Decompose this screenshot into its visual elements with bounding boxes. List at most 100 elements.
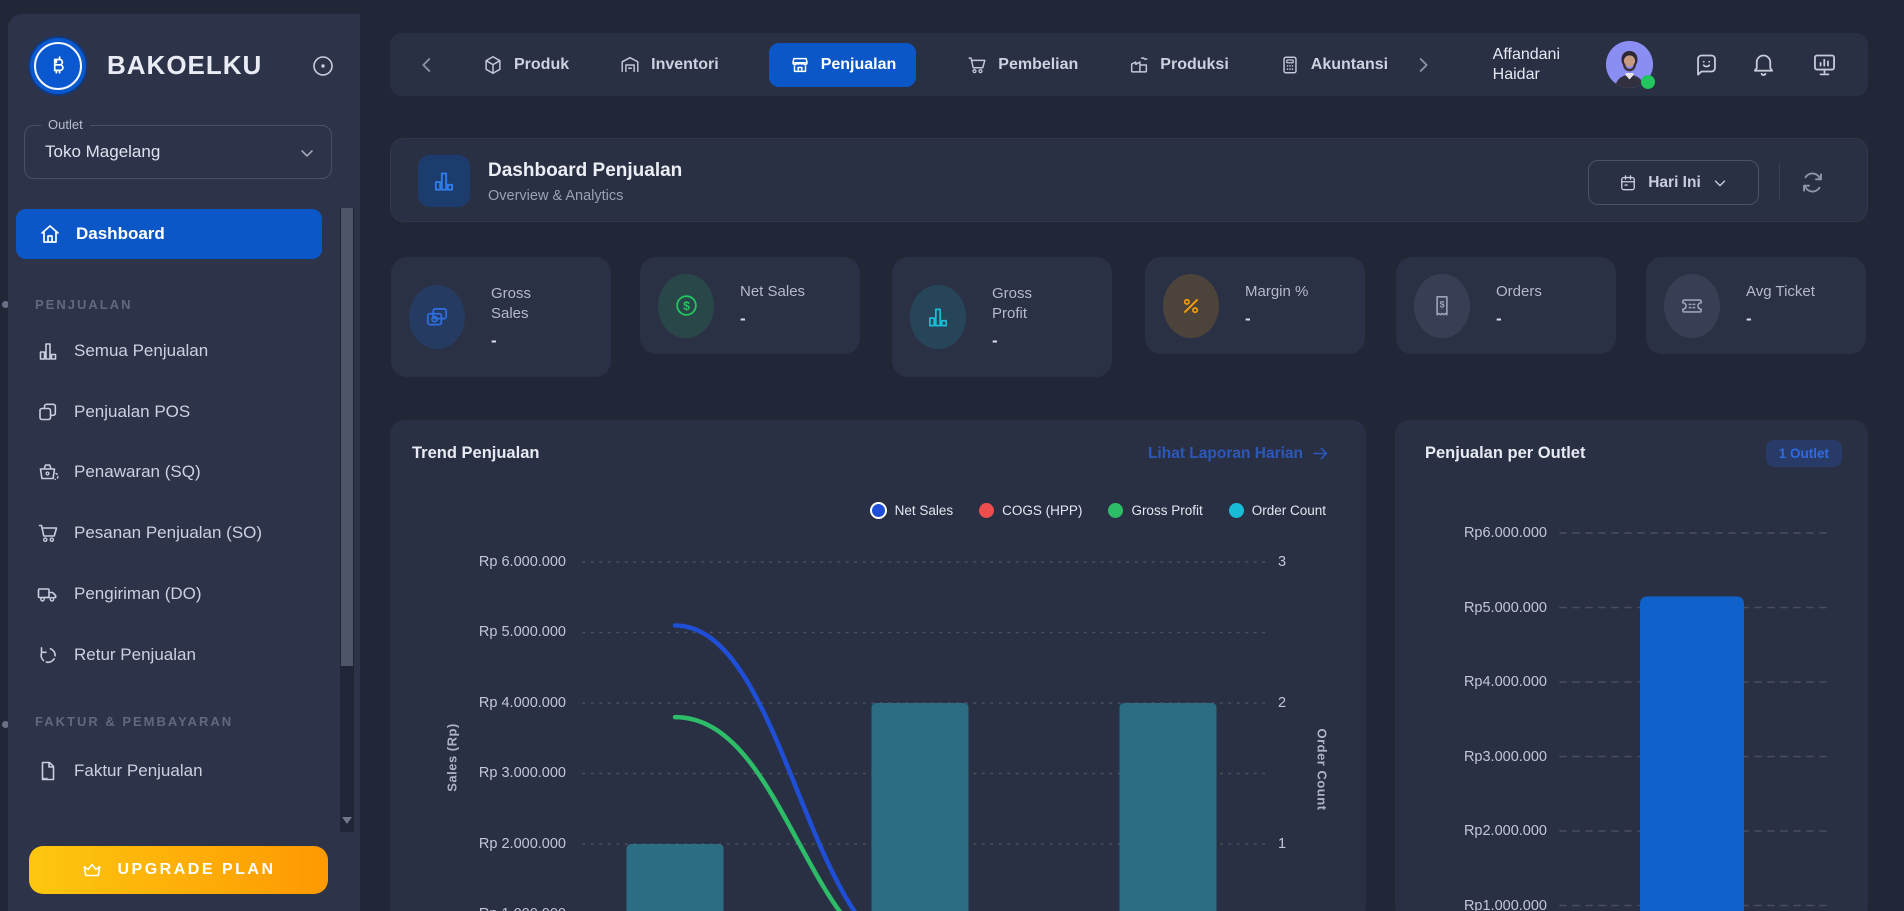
y-tick: Rp6.000.000 [1463, 525, 1547, 541]
bar-chart-icon [910, 285, 966, 349]
money-icon [409, 285, 465, 349]
factory-icon [1128, 54, 1150, 76]
nav-tab-pembelian[interactable]: Pembelian [966, 54, 1078, 76]
storefront-icon [789, 54, 811, 76]
kpi-value: - [1245, 309, 1251, 328]
dashboard-header: Dashboard Penjualan Overview & Analytics… [390, 138, 1868, 222]
display-icon[interactable] [1811, 51, 1838, 78]
avatar[interactable] [1606, 41, 1655, 89]
sidebar-collapse-icon[interactable] [311, 54, 335, 78]
nav-scroll-left-icon[interactable] [416, 54, 438, 76]
y-tick: Rp1.000.000 [1463, 898, 1547, 911]
warehouse-icon [619, 54, 641, 76]
sidebar-item-pengiriman-do[interactable]: Pengiriman (DO) [16, 572, 322, 616]
nav-tab-inventori[interactable]: Inventori [619, 54, 719, 76]
nav-tab-penjualan[interactable]: Penjualan [768, 42, 917, 87]
y-axis-label: Sales (Rp) [444, 723, 460, 792]
chevron-down-icon [1711, 174, 1729, 192]
upgrade-plan-button[interactable]: UPGRADE PLAN [29, 846, 328, 894]
y-tick: Rp 2.000.000 [478, 836, 566, 852]
home-icon [38, 222, 62, 246]
sidebar-item-penawaran-sq[interactable]: Penawaran (SQ) [16, 450, 322, 494]
kpi-value: - [992, 330, 998, 350]
kpi-value: - [740, 309, 746, 328]
outlet-select[interactable]: Outlet Toko Magelang [24, 117, 332, 179]
nav-tab-produksi[interactable]: Produksi [1128, 54, 1229, 76]
cart-icon [966, 54, 988, 76]
svg-text:$: $ [1439, 299, 1444, 309]
calculator-icon [1279, 54, 1301, 76]
brand-logo-icon [30, 38, 86, 94]
trend-penjualan-card: Trend Penjualan Lihat Laporan Harian Net… [390, 420, 1366, 911]
y-tick: Rp5.000.000 [1463, 600, 1547, 616]
kpi-value: - [1496, 309, 1502, 328]
sidebar-item-label: Dashboard [76, 224, 165, 243]
y-tick: Rp 6.000.000 [478, 554, 566, 570]
kpi-card-gross-sales: Gross Sales - [391, 257, 611, 377]
brand-name: BAKOELKU [107, 50, 263, 80]
document-icon [36, 759, 60, 783]
sidebar-item-pesanan-penjualan-so[interactable]: Pesanan Penjualan (SO) [16, 511, 322, 555]
receipt-icon: $ [1414, 273, 1470, 338]
kpi-card-margin: Margin % - [1145, 257, 1365, 354]
cube-icon [482, 54, 504, 76]
sidebar: BAKOELKU Outlet Toko Magelang Dashboard … [8, 14, 360, 911]
y2-tick: 1 [1277, 836, 1287, 852]
crown-icon [81, 859, 103, 881]
upgrade-plan-label: UPGRADE PLAN [117, 861, 276, 878]
y2-tick: 3 [1277, 554, 1287, 570]
shopping-cart-icon [36, 521, 60, 545]
dollar-circle-icon: $ [658, 273, 714, 338]
kpi-card-avg-ticket: Avg Ticket - [1646, 257, 1866, 354]
nav-tabs: Produk Inventori Penjualan Pembelian Pro… [482, 42, 1388, 87]
app-root: { "brand": { "name": "BAKOELKU" }, "colo… [0, 0, 1904, 911]
y-tick: Rp4.000.000 [1463, 674, 1547, 690]
nav-scroll-right-icon[interactable] [1412, 54, 1434, 76]
nav-tab-akuntansi[interactable]: Akuntansi [1279, 54, 1388, 76]
calendar-icon [1618, 173, 1638, 193]
page-subtitle: Overview & Analytics [488, 188, 624, 204]
return-rotate-icon [36, 643, 60, 667]
top-navigation: Produk Inventori Penjualan Pembelian Pro… [390, 33, 1868, 96]
sidebar-item-semua-penjualan[interactable]: Semua Penjualan [16, 329, 322, 373]
scrollbar-thumb[interactable] [341, 208, 353, 666]
sidebar-item-faktur-penjualan[interactable]: Faktur Penjualan [16, 749, 322, 793]
outlet-select-value: Toko Magelang [45, 142, 161, 161]
sidebar-section-faktur: FAKTUR & PEMBAYARAN [35, 714, 234, 729]
y-tick: Rp 1.000.000 [430, 906, 566, 911]
user-name[interactable]: Affandani Haidar [1493, 45, 1560, 85]
basket-icon [36, 460, 60, 484]
kpi-card-net-sales: $ Net Sales - [640, 257, 860, 354]
sidebar-item-dashboard[interactable]: Dashboard [16, 209, 322, 259]
y-tick: Rp3.000.000 [1463, 749, 1547, 765]
y-tick: Rp2.000.000 [1463, 823, 1547, 839]
nav-tab-produk[interactable]: Produk [482, 54, 569, 76]
penjualan-per-outlet-card: Penjualan per Outlet 1 Outlet Rp6.000.00… [1395, 420, 1868, 911]
dashboard-chart-icon [418, 155, 470, 207]
sidebar-item-penjualan-pos[interactable]: Penjualan POS [16, 390, 322, 434]
logo-ring [34, 42, 82, 90]
kpi-card-gross-profit: Gross Profit - [892, 257, 1112, 377]
chevron-down-icon [297, 143, 317, 163]
percent-icon [1163, 273, 1219, 338]
ticket-icon [1664, 273, 1720, 338]
sidebar-section-penjualan: PENJUALAN [35, 297, 133, 312]
svg-text:$: $ [683, 299, 690, 313]
y-tick: Rp 5.000.000 [478, 624, 566, 640]
online-status-dot [1641, 75, 1655, 89]
copy-receipt-icon [36, 400, 60, 424]
chat-icon[interactable] [1693, 51, 1720, 78]
divider [1779, 164, 1780, 200]
kpi-card-orders: $ Orders - [1396, 257, 1616, 354]
sidebar-scrollbar[interactable] [340, 208, 354, 832]
period-filter-button[interactable]: Hari Ini [1588, 160, 1759, 205]
bell-icon[interactable] [1750, 51, 1777, 78]
kpi-value: - [491, 330, 497, 350]
period-filter-value: Hari Ini [1648, 173, 1701, 191]
kpi-value: - [1746, 309, 1752, 328]
sidebar-item-retur-penjualan[interactable]: Retur Penjualan [16, 633, 322, 677]
scrollbar-down-arrow[interactable] [342, 817, 352, 824]
refresh-icon[interactable] [1799, 169, 1826, 196]
bar-chart-icon [36, 339, 60, 363]
page-title: Dashboard Penjualan [488, 160, 683, 181]
